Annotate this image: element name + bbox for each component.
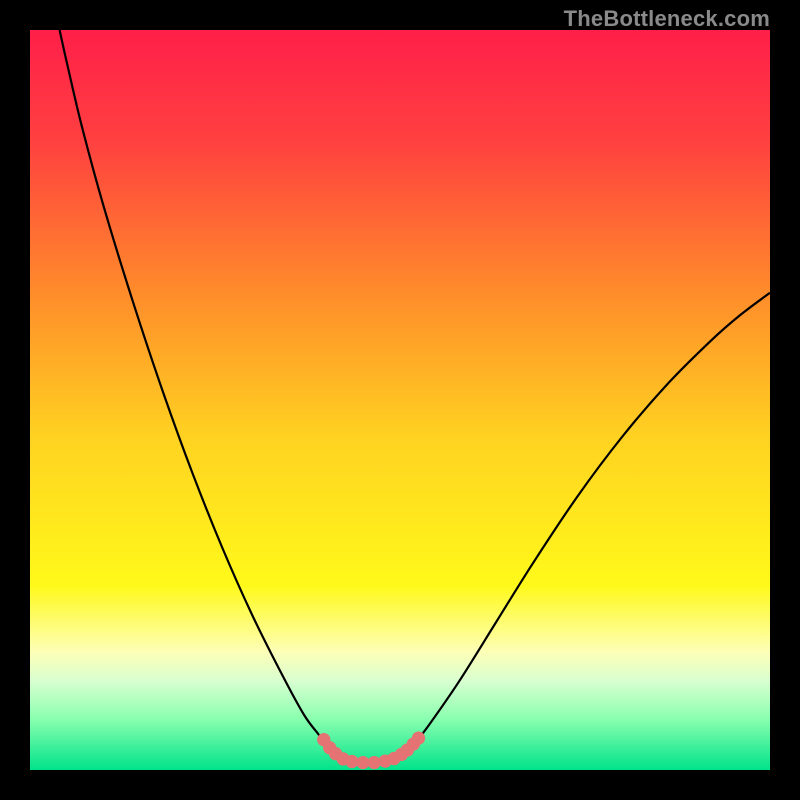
watermark-text: TheBottleneck.com	[564, 6, 770, 32]
bottleneck-chart	[30, 30, 770, 770]
plot-area	[30, 30, 770, 770]
chart-stage: TheBottleneck.com	[0, 0, 800, 800]
chart-background	[30, 30, 770, 770]
marker-dot	[412, 732, 425, 745]
